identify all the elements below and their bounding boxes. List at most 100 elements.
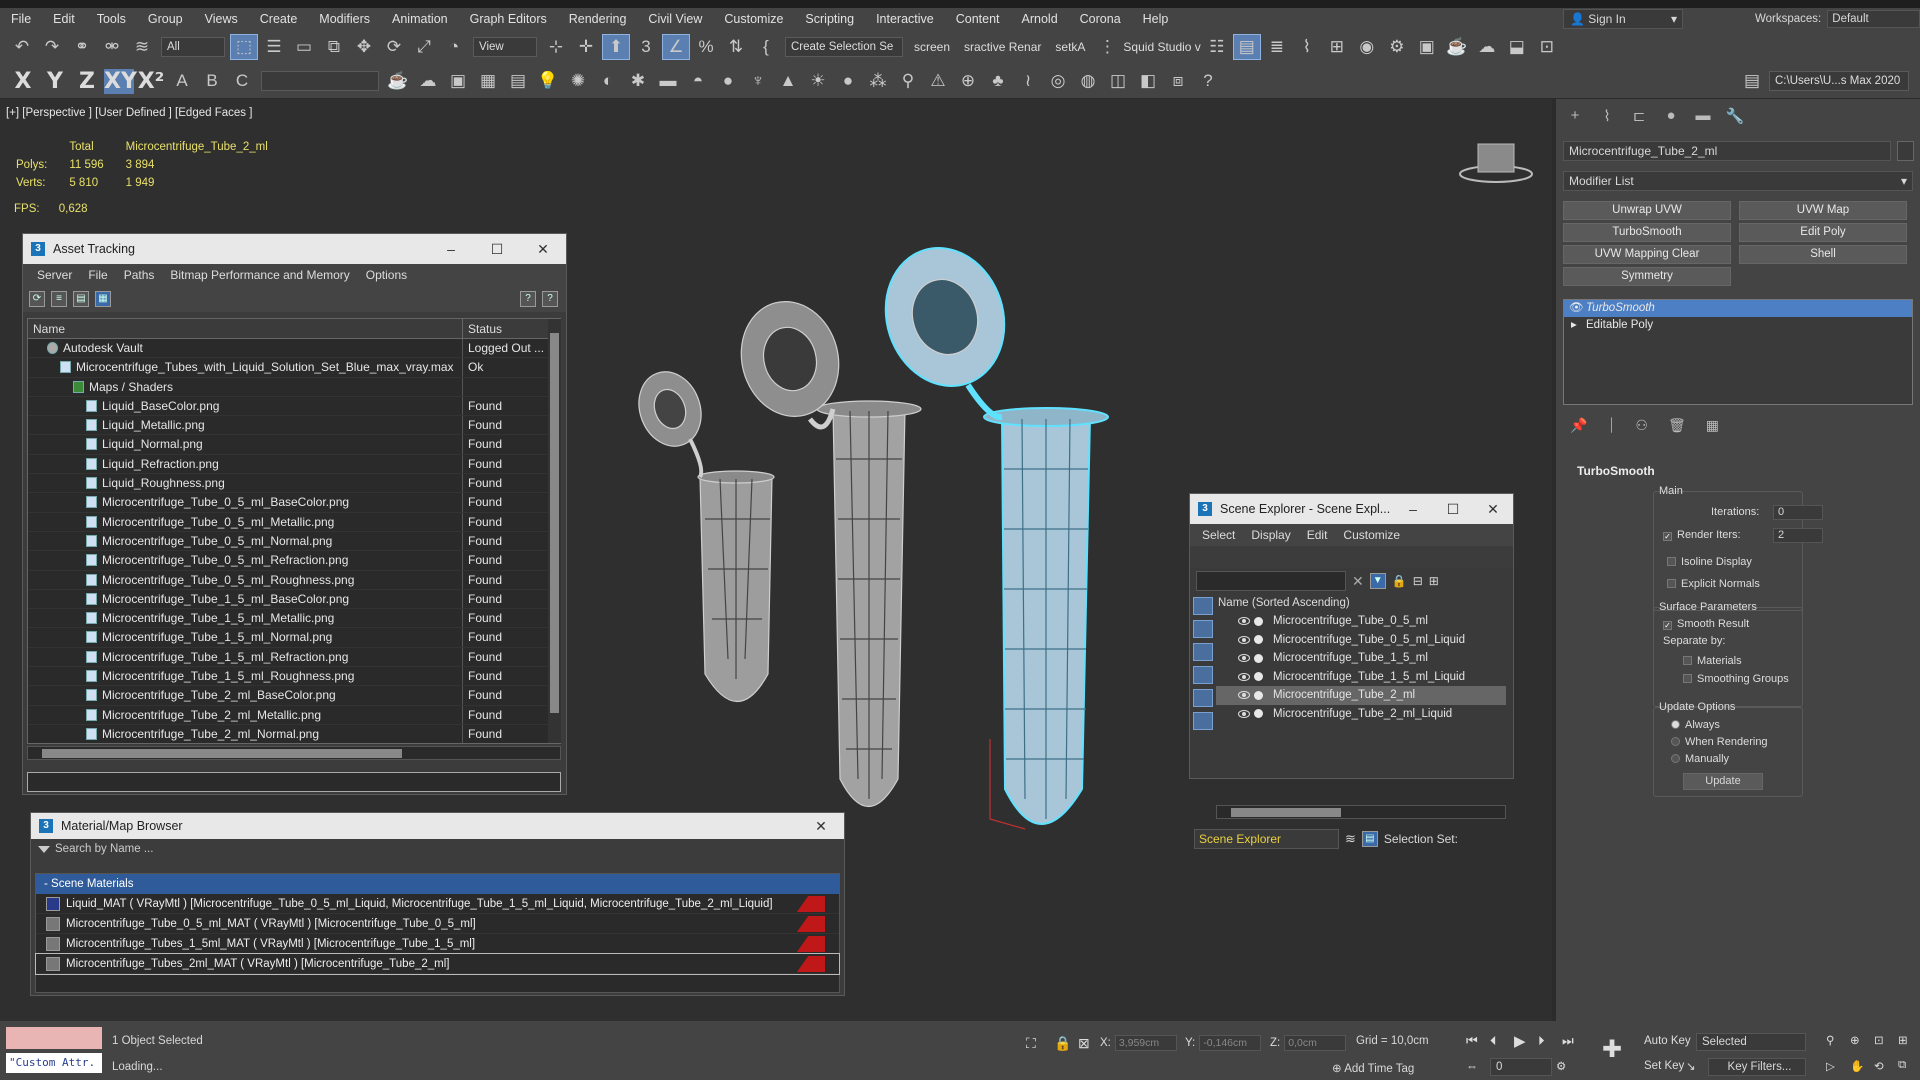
menu-rendering[interactable]: Rendering bbox=[558, 12, 638, 26]
plant-icon[interactable]: ♣ bbox=[984, 68, 1012, 94]
text-tool-b-icon[interactable]: B bbox=[198, 68, 226, 94]
proxy-icon[interactable]: ⚲ bbox=[894, 68, 922, 94]
table-row[interactable]: Liquid_Metallic.png Found bbox=[28, 416, 560, 436]
asset-menu-file[interactable]: File bbox=[80, 268, 115, 282]
asset-menu-options[interactable]: Options bbox=[358, 268, 415, 282]
render-toggle-icon[interactable] bbox=[1254, 672, 1263, 682]
update-button[interactable]: Update bbox=[1683, 773, 1763, 790]
settings-icon[interactable]: ⧈ bbox=[1164, 68, 1192, 94]
display-spacewarps-icon[interactable] bbox=[1193, 712, 1213, 730]
menu-corona[interactable]: Corona bbox=[1069, 12, 1132, 26]
current-frame-field[interactable]: 0 bbox=[1490, 1058, 1552, 1076]
asset-tracking-titlebar[interactable]: 3 Asset Tracking – ☐ ✕ bbox=[23, 234, 566, 264]
hair-icon[interactable]: ≀ bbox=[1014, 68, 1042, 94]
list-view-icon[interactable]: ≡ bbox=[51, 291, 67, 307]
modify-tab-icon[interactable]: ⌇ bbox=[1596, 107, 1618, 127]
x-field[interactable]: 3,959cm bbox=[1114, 1035, 1177, 1051]
table-row[interactable]: Microcentrifuge_Tube_2_ml_BaseColor.png F… bbox=[28, 686, 560, 706]
filter-icon[interactable]: ▼ bbox=[1369, 573, 1386, 589]
cone-icon[interactable]: ▲ bbox=[774, 68, 802, 94]
toggle-icon[interactable]: ◧ bbox=[1134, 68, 1162, 94]
zoom-extents-all-icon[interactable]: ⊞ bbox=[1898, 1033, 1908, 1047]
scene-sort-icon[interactable]: ▤ bbox=[1361, 831, 1378, 847]
axis-x-button[interactable]: X bbox=[8, 69, 38, 94]
set-key-button[interactable]: Set Key bbox=[1644, 1060, 1684, 1072]
display-tab-icon[interactable]: ▬ bbox=[1692, 107, 1714, 127]
key-tangent-icon[interactable]: ↘ bbox=[1686, 1059, 1696, 1073]
render-toggle-icon[interactable] bbox=[1254, 616, 1263, 626]
motion-tab-icon[interactable]: ● bbox=[1660, 107, 1682, 127]
asset-vertical-scrollbar[interactable] bbox=[548, 319, 561, 743]
detail-view-icon[interactable]: ▤ bbox=[73, 291, 89, 307]
show-end-result-icon[interactable]: ⏐ bbox=[1607, 417, 1615, 434]
axis-xy-button[interactable]: XY bbox=[104, 68, 137, 94]
table-row[interactable]: Microcentrifuge_Tubes_with_Liquid_Soluti… bbox=[28, 358, 560, 378]
window-crossing-icon[interactable]: ⧉ bbox=[320, 34, 348, 60]
table-row[interactable]: Microcentrifuge_Tube_0_5_ml_Roughness.pn… bbox=[28, 570, 560, 590]
menu-graph-editors[interactable]: Graph Editors bbox=[459, 12, 558, 26]
material-search-input[interactable]: Search by Name ... bbox=[31, 839, 844, 859]
scene-menu-select[interactable]: Select bbox=[1194, 528, 1243, 542]
sphere-light-icon[interactable]: ◐ bbox=[594, 68, 622, 94]
table-row[interactable]: Liquid_Roughness.png Found bbox=[28, 474, 560, 494]
dome-icon[interactable]: ◓ bbox=[684, 68, 712, 94]
angle-snap-icon[interactable]: ∠ bbox=[662, 34, 690, 60]
sphere-icon[interactable]: ● bbox=[714, 68, 742, 94]
menu-content[interactable]: Content bbox=[945, 12, 1011, 26]
when-rendering-radio[interactable]: When Rendering bbox=[1671, 736, 1768, 748]
uvw-map-button[interactable]: UVW Map bbox=[1739, 201, 1907, 220]
clear-search-icon[interactable]: ✕ bbox=[1352, 573, 1364, 590]
particles-icon[interactable]: ⁂ bbox=[864, 68, 892, 94]
asset-path-field[interactable] bbox=[27, 772, 561, 792]
sun-icon[interactable]: ☀ bbox=[804, 68, 832, 94]
render-toggle-icon[interactable] bbox=[1254, 653, 1263, 663]
named-selection-dropdown[interactable] bbox=[261, 71, 379, 91]
render-toggle-icon[interactable] bbox=[1254, 709, 1263, 719]
spinner-snap-icon[interactable]: ⇅ bbox=[722, 34, 750, 60]
pan-icon[interactable]: ✋ bbox=[1850, 1059, 1864, 1073]
add-time-tag[interactable]: ⊕ Add Time Tag bbox=[1332, 1061, 1414, 1075]
render-iters-checkbox[interactable]: ✓ Render Iters: bbox=[1663, 529, 1741, 541]
workspaces-dropdown[interactable]: Default bbox=[1827, 10, 1920, 28]
time-config-icon[interactable]: ⚙ bbox=[1556, 1059, 1566, 1073]
display-cameras-icon[interactable] bbox=[1193, 666, 1213, 684]
asset-menu-server[interactable]: Server bbox=[29, 268, 80, 282]
screen-button[interactable]: screen bbox=[908, 40, 956, 54]
remove-modifier-icon[interactable]: 🗑 bbox=[1668, 417, 1686, 434]
visibility-eye-icon[interactable] bbox=[1238, 635, 1250, 644]
materials-checkbox[interactable]: Materials bbox=[1683, 655, 1742, 667]
axis-y-button[interactable]: Y bbox=[40, 69, 70, 94]
vault-help-icon[interactable]: ? bbox=[542, 291, 558, 307]
display-helpers-icon[interactable] bbox=[1193, 689, 1213, 707]
menu-interactive[interactable]: Interactive bbox=[865, 12, 945, 26]
maxscript-input[interactable]: "Custom Attr. bbox=[6, 1053, 102, 1073]
zoom-icon[interactable]: ⚲ bbox=[1826, 1033, 1834, 1047]
selection-lock-icon[interactable]: 🔒 bbox=[1054, 1035, 1071, 1052]
lock-icon[interactable]: 🔒 bbox=[1392, 574, 1407, 588]
next-frame-icon[interactable]: ⏵ bbox=[1538, 1033, 1545, 1049]
scene-explorer-titlebar[interactable]: 3 Scene Explorer - Scene Expl... – ☐ ✕ bbox=[1190, 494, 1513, 524]
table-row[interactable]: Microcentrifuge_Tube_1_5_ml_Roughness.pn… bbox=[28, 667, 560, 687]
table-row[interactable]: Microcentrifuge_Tube_0_5_ml_BaseColor.pn… bbox=[28, 493, 560, 513]
viewport-label[interactable]: [+] [Perspective ] [User Defined ] [Edge… bbox=[6, 107, 252, 119]
squid-icon[interactable]: ⋮ bbox=[1093, 34, 1121, 60]
visibility-eye-icon[interactable] bbox=[1238, 617, 1250, 626]
text-tool-a-icon[interactable]: A bbox=[168, 68, 196, 94]
table-icon[interactable]: ▤ bbox=[504, 68, 532, 94]
frame-icon[interactable]: ▣ bbox=[444, 68, 472, 94]
isolate-icon[interactable]: ⛶ bbox=[1026, 1035, 1036, 1052]
scene-menu-customize[interactable]: Customize bbox=[1335, 528, 1408, 542]
reference-coordinate-dropdown[interactable]: View bbox=[473, 37, 537, 57]
turbosmooth-button[interactable]: TurboSmooth bbox=[1563, 223, 1731, 242]
minimize-icon[interactable]: – bbox=[1393, 501, 1433, 518]
menu-file[interactable]: File bbox=[0, 12, 42, 26]
display-shapes-icon[interactable] bbox=[1193, 620, 1213, 638]
place-icon[interactable]: ◔ bbox=[440, 34, 468, 60]
set-key-icon[interactable]: ✚ bbox=[1602, 1035, 1622, 1064]
make-unique-icon[interactable]: ⚇ bbox=[1635, 417, 1648, 434]
asset-horizontal-scrollbar[interactable] bbox=[27, 746, 561, 760]
absolute-mode-icon[interactable]: ⊠ bbox=[1078, 1035, 1090, 1052]
column-status[interactable]: Status bbox=[463, 319, 502, 338]
expand-icon[interactable]: ▸ bbox=[1571, 317, 1577, 334]
visibility-eye-icon[interactable] bbox=[1238, 691, 1250, 700]
